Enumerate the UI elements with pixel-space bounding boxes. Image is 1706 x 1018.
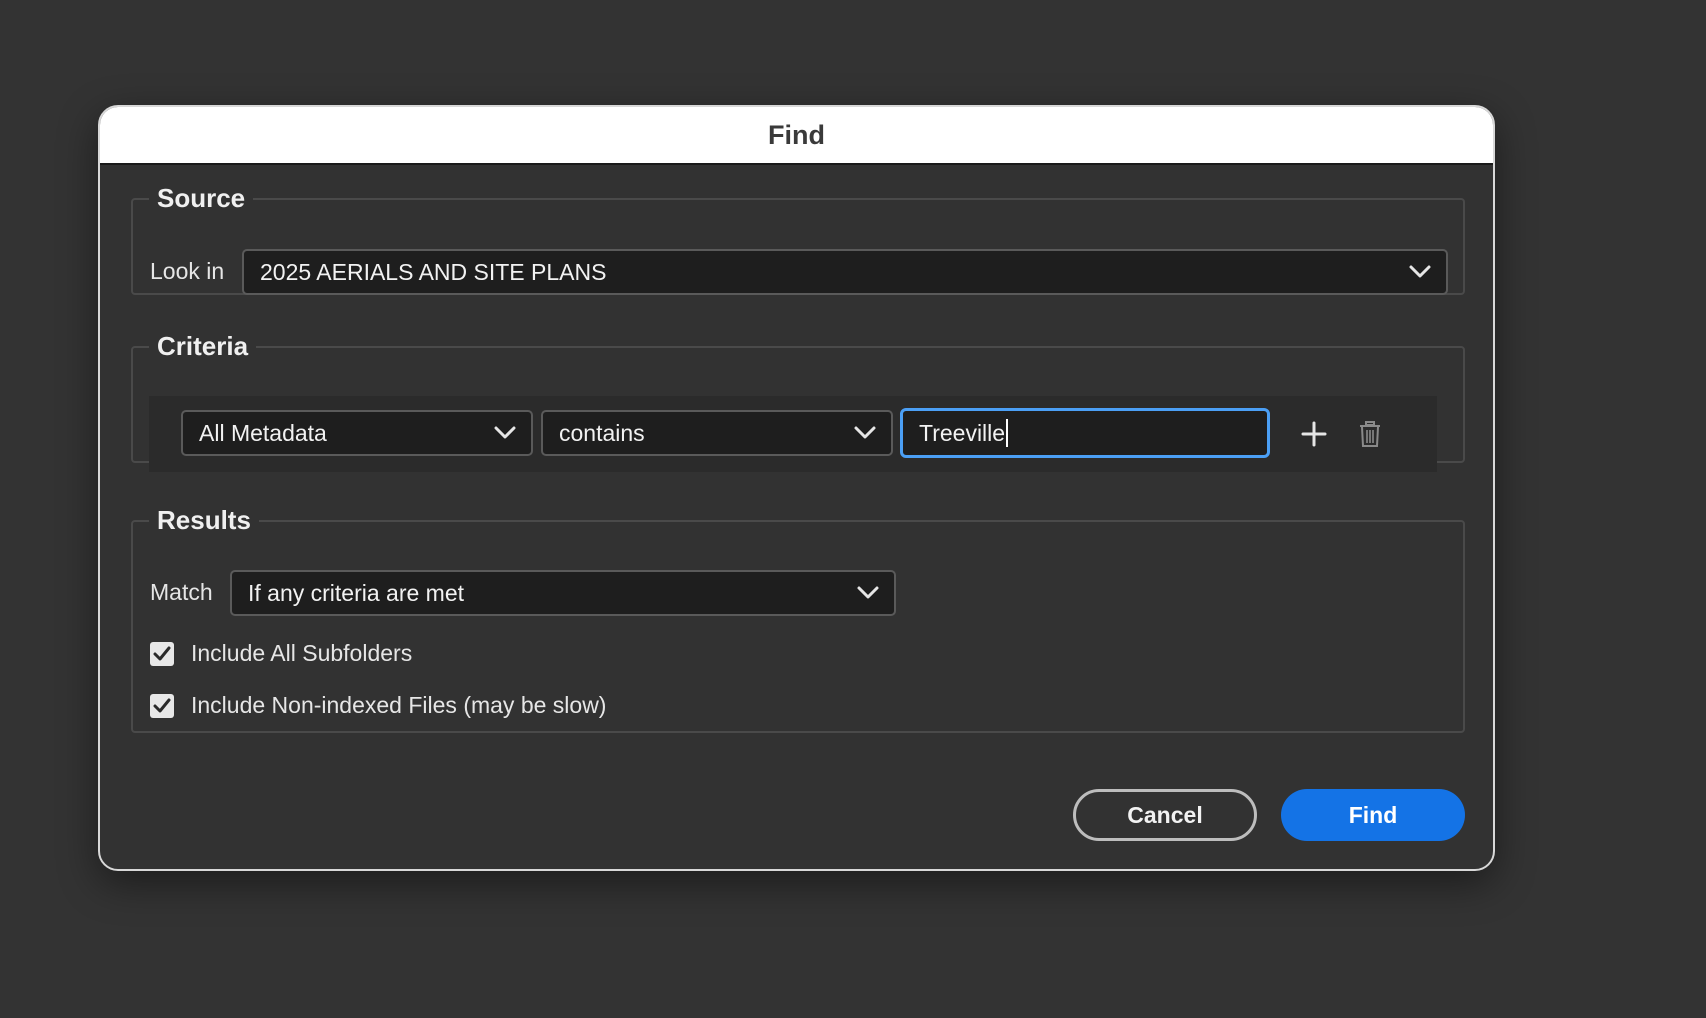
include-non-indexed-checkbox[interactable] [150, 693, 174, 718]
plus-icon [1301, 421, 1327, 447]
criteria-field-value: All Metadata [199, 419, 327, 446]
criteria-group: Criteria All Metadata contains Treeville [131, 331, 1465, 472]
include-subfolders-label: Include All Subfolders [191, 640, 413, 666]
criteria-row: All Metadata contains Treeville [149, 396, 1437, 472]
criteria-operator-dropdown[interactable]: contains [541, 410, 893, 456]
include-non-indexed-label: Include Non-indexed Files (may be slow) [191, 692, 607, 718]
chevron-down-icon [857, 586, 879, 599]
find-button[interactable]: Find [1281, 789, 1465, 841]
trash-icon [1360, 421, 1380, 447]
chevron-down-icon [1409, 265, 1431, 278]
include-subfolders-checkbox[interactable] [150, 641, 174, 666]
criteria-search-input[interactable]: Treeville [900, 408, 1270, 458]
match-value: If any criteria are met [248, 579, 465, 606]
dialog-title: Find [100, 107, 1493, 165]
chevron-down-icon [854, 426, 876, 439]
look-in-dropdown[interactable]: 2025 AERIALS AND SITE PLANS [242, 249, 1448, 295]
remove-criteria-button[interactable] [1350, 414, 1390, 454]
criteria-field-dropdown[interactable]: All Metadata [181, 410, 533, 456]
include-non-indexed-option[interactable]: Include Non-indexed Files (may be slow) [150, 692, 606, 719]
criteria-legend: Criteria [157, 331, 249, 361]
look-in-label: Look in [150, 258, 225, 284]
criteria-search-text: Treeville [919, 419, 1006, 446]
match-dropdown[interactable]: If any criteria are met [230, 570, 896, 616]
source-group: Source Look in 2025 AERIALS AND SITE PLA… [131, 183, 1465, 295]
checkmark-icon [153, 698, 171, 712]
look-in-value: 2025 AERIALS AND SITE PLANS [260, 258, 607, 285]
checkmark-icon [153, 646, 171, 660]
match-label: Match [150, 579, 213, 605]
criteria-operator-value: contains [559, 419, 645, 446]
results-group: Results Match If any criteria are met In… [131, 505, 1465, 733]
results-legend: Results [157, 505, 251, 535]
text-caret [1006, 419, 1009, 447]
source-legend: Source [157, 183, 246, 213]
cancel-button[interactable]: Cancel [1073, 789, 1257, 841]
find-dialog: Find Source Look in 2025 AERIALS AND SIT… [98, 105, 1495, 871]
add-criteria-button[interactable] [1294, 414, 1334, 454]
include-subfolders-option[interactable]: Include All Subfolders [150, 640, 412, 667]
chevron-down-icon [494, 426, 516, 439]
